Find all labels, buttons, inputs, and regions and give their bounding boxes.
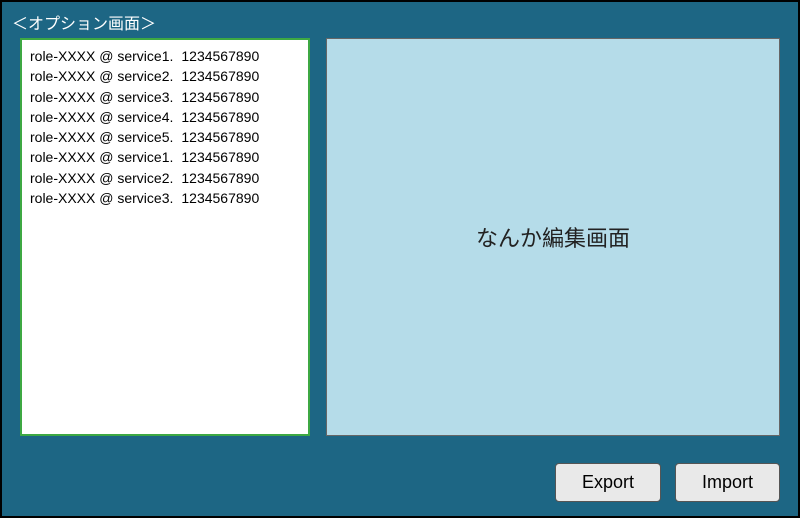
list-item[interactable]: role-XXXX @ service3. 1234567890	[30, 87, 300, 107]
main-area: role-XXXX @ service1.1234567890role-XXXX…	[2, 38, 798, 436]
list-item-role: role-XXXX @ service5.	[30, 127, 173, 147]
list-item[interactable]: role-XXXX @ service2. 1234567890	[30, 66, 300, 86]
list-item-id: 1234567890	[181, 87, 259, 107]
list-item-role: role-XXXX @ service3.	[30, 87, 173, 107]
list-item-role: role-XXXX @ service1.	[30, 147, 173, 167]
list-item-role: role-XXXX @ service4.	[30, 107, 173, 127]
export-button[interactable]: Export	[555, 463, 661, 502]
list-item-id: 1234567890	[181, 66, 259, 86]
list-item[interactable]: role-XXXX @ service1. 1234567890	[30, 46, 300, 66]
list-item-role: role-XXXX @ service2.	[30, 168, 173, 188]
list-item[interactable]: role-XXXX @ service4. 1234567890	[30, 107, 300, 127]
list-item[interactable]: role-XXXX @ service3. 1234567890	[30, 188, 300, 208]
list-item[interactable]: role-XXXX @ service2. 1234567890	[30, 168, 300, 188]
list-item-id: 1234567890	[181, 168, 259, 188]
edit-panel: なんか編集画面	[326, 38, 780, 436]
list-item[interactable]: role-XXXX @ service5. 1234567890	[30, 127, 300, 147]
list-item-id: 1234567890	[181, 127, 259, 147]
list-item-id: 1234567890	[181, 147, 259, 167]
list-item-role: role-XXXX @ service1.	[30, 46, 173, 66]
list-item-role: role-XXXX @ service2.	[30, 66, 173, 86]
import-button[interactable]: Import	[675, 463, 780, 502]
list-item-id: 1234567890	[181, 188, 259, 208]
window-title: ＜オプション画面＞	[2, 2, 798, 38]
list-item-id: 1234567890	[181, 46, 259, 66]
role-list-panel[interactable]: role-XXXX @ service1.1234567890role-XXXX…	[20, 38, 310, 436]
button-row: Export Import	[555, 463, 780, 502]
list-item-role: role-XXXX @ service3.	[30, 188, 173, 208]
list-item[interactable]: role-XXXX @ service1. 1234567890	[30, 147, 300, 167]
edit-panel-label: なんか編集画面	[476, 221, 630, 253]
list-item-id: 1234567890	[181, 107, 259, 127]
